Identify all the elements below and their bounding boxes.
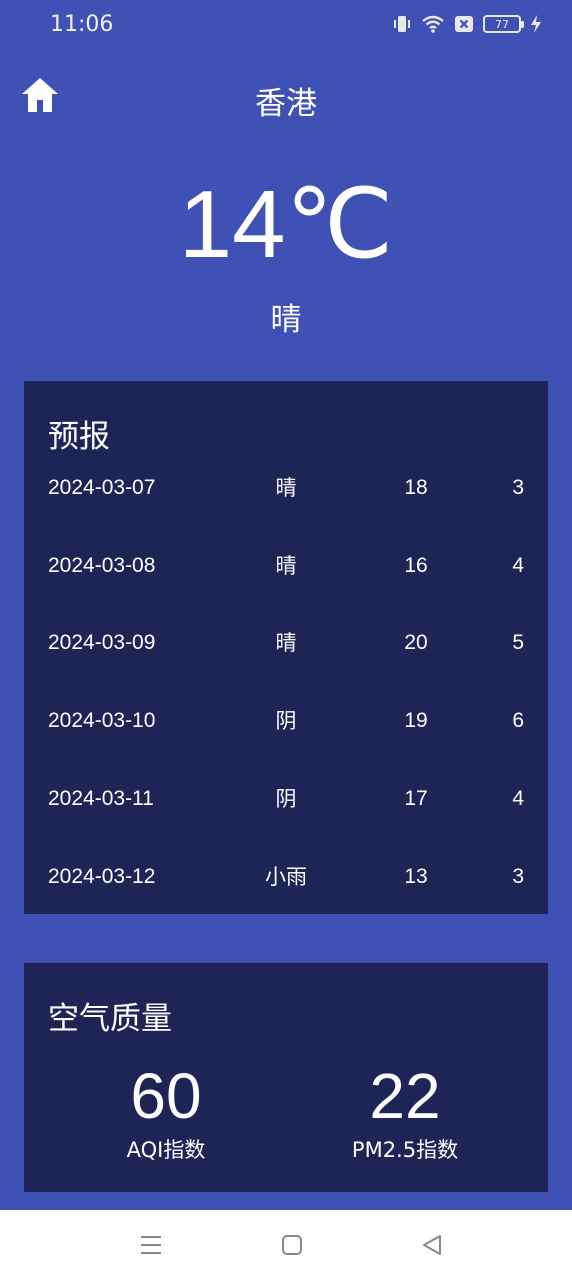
forecast-row: 2024-03-10 阴 19 6	[24, 706, 548, 736]
forecast-weather: 晴	[275, 631, 297, 655]
forecast-date: 2024-03-08	[48, 554, 156, 577]
forecast-max-temp: 20	[404, 631, 428, 654]
forecast-min-temp: 4	[512, 787, 524, 810]
back-button[interactable]	[420, 1232, 446, 1258]
forecast-date: 2024-03-12	[48, 865, 156, 888]
forecast-weather: 小雨	[265, 865, 307, 889]
air-quality-title: 空气质量	[48, 1001, 172, 1037]
aqi-label: AQI指数	[126, 1138, 206, 1163]
forecast-max-temp: 13	[404, 865, 428, 888]
sim-blocked-icon	[455, 16, 473, 32]
forecast-row: 2024-03-12 小雨 13 3	[24, 862, 548, 892]
air-quality-card: 空气质量 60 AQI指数 22 PM2.5指数	[24, 963, 548, 1192]
battery-icon: 77	[483, 15, 524, 33]
forecast-max-temp: 19	[404, 709, 428, 732]
pm25-label: PM2.5指数	[351, 1138, 459, 1163]
forecast-min-temp: 6	[512, 709, 524, 732]
forecast-min-temp: 3	[512, 476, 524, 499]
forecast-weather: 晴	[275, 554, 297, 578]
current-temperature: 14℃	[178, 171, 394, 278]
home-nav-button[interactable]	[279, 1232, 305, 1258]
forecast-min-temp: 4	[512, 554, 524, 577]
city-title: 香港	[255, 86, 317, 122]
forecast-row: 2024-03-08 晴 16 4	[24, 551, 548, 581]
forecast-row: 2024-03-07 晴 18 3	[24, 473, 548, 503]
forecast-max-temp: 16	[404, 554, 428, 577]
forecast-title: 预报	[48, 419, 110, 455]
forecast-weather: 阴	[275, 709, 297, 733]
current-weather: 晴	[270, 302, 302, 338]
menu-button[interactable]	[138, 1232, 164, 1258]
pm25-block: 22 PM2.5指数	[285, 1060, 525, 1164]
forecast-row: 2024-03-09 晴 20 5	[24, 628, 548, 658]
pm25-value: 22	[369, 1060, 441, 1132]
status-bar: 11:06 77	[0, 0, 572, 50]
forecast-max-temp: 18	[404, 476, 428, 499]
forecast-card: 预报 2024-03-07 晴 18 3 2024-03-08 晴 16 4 2…	[24, 381, 548, 914]
forecast-min-temp: 3	[512, 865, 524, 888]
aqi-block: 60 AQI指数	[46, 1060, 286, 1164]
forecast-row: 2024-03-11 阴 17 4	[24, 784, 548, 814]
forecast-min-temp: 5	[512, 631, 524, 654]
wifi-icon	[422, 15, 444, 33]
menu-icon	[141, 1236, 161, 1254]
forecast-weather: 阴	[275, 787, 297, 811]
forecast-max-temp: 17	[404, 787, 428, 810]
forecast-date: 2024-03-11	[48, 787, 154, 810]
battery-level: 77	[495, 17, 509, 31]
aqi-value: 60	[130, 1060, 202, 1132]
forecast-weather: 晴	[275, 476, 297, 500]
charging-icon	[531, 15, 541, 33]
system-nav-bar	[0, 1210, 572, 1280]
back-triangle-icon	[423, 1235, 441, 1255]
status-icons: 77	[392, 14, 542, 34]
square-icon	[282, 1235, 302, 1255]
status-time: 11:06	[50, 12, 114, 37]
forecast-date: 2024-03-07	[48, 476, 156, 499]
forecast-date: 2024-03-10	[48, 709, 156, 732]
vibrate-icon	[394, 16, 410, 32]
forecast-date: 2024-03-09	[48, 631, 156, 654]
